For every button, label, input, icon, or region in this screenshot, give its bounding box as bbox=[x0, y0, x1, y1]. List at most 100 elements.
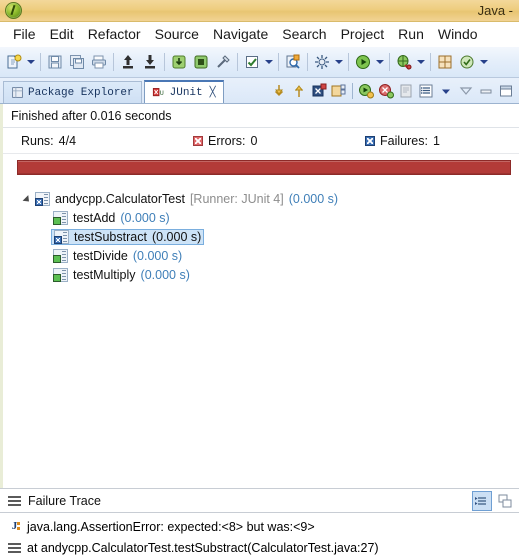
maximize-trace-icon bbox=[498, 494, 512, 507]
tab-package-explorer-label: Package Explorer bbox=[28, 86, 134, 99]
new-java-class-button[interactable] bbox=[456, 50, 478, 74]
failure-trace-toolbar bbox=[472, 490, 519, 511]
stack-frame-icon bbox=[8, 542, 21, 553]
tab-junit[interactable]: U JUnit ╳ bbox=[143, 80, 224, 103]
failure-trace-row-frame[interactable]: at andycpp.CalculatorTest.testSubstract(… bbox=[0, 537, 519, 558]
run-button[interactable] bbox=[352, 50, 374, 74]
save-icon bbox=[48, 55, 62, 69]
stack-frame-icon bbox=[8, 495, 21, 506]
import-button[interactable] bbox=[139, 50, 161, 74]
show-failures-only-icon bbox=[312, 83, 327, 97]
export-button[interactable] bbox=[117, 50, 139, 74]
filter-stack-trace-button[interactable] bbox=[472, 490, 492, 511]
menu-project[interactable]: Project bbox=[334, 25, 392, 43]
test-passed-icon bbox=[53, 248, 68, 263]
tab-package-explorer[interactable]: Package Explorer bbox=[3, 81, 142, 103]
previous-failure-icon bbox=[294, 85, 304, 97]
debug-dropdown[interactable] bbox=[415, 50, 427, 74]
rerun-test-button[interactable] bbox=[356, 81, 376, 101]
export-icon bbox=[123, 55, 133, 69]
failure-trace-header: Failure Trace bbox=[0, 488, 519, 512]
test-name: testMultiply bbox=[73, 267, 136, 282]
menu-refactor[interactable]: Refactor bbox=[81, 25, 148, 43]
minimize-icon bbox=[480, 89, 492, 94]
new-wizard-dropdown[interactable] bbox=[25, 50, 37, 74]
main-toolbar bbox=[0, 46, 519, 78]
rerun-test-failures-icon bbox=[379, 84, 394, 99]
tree-row-test-divide[interactable]: testDivide (0.000 s) bbox=[3, 246, 519, 265]
print-button[interactable] bbox=[88, 50, 110, 74]
tab-junit-label: JUnit bbox=[169, 86, 203, 99]
history-button[interactable] bbox=[396, 81, 416, 101]
menu-edit[interactable]: Edit bbox=[43, 25, 81, 43]
view-menu-list-button[interactable] bbox=[416, 81, 436, 101]
save-button[interactable] bbox=[44, 50, 66, 74]
expand-collapse-icon[interactable] bbox=[21, 193, 33, 205]
pin-button[interactable] bbox=[456, 81, 476, 101]
run-dropdown[interactable] bbox=[374, 50, 386, 74]
external-tools-icon bbox=[315, 55, 329, 69]
menu-search[interactable]: Search bbox=[275, 25, 333, 43]
new-java-package-button[interactable] bbox=[434, 50, 456, 74]
menu-source[interactable]: Source bbox=[148, 25, 206, 43]
tree-row-root[interactable]: andycpp.CalculatorTest [Runner: JUnit 4]… bbox=[3, 189, 519, 208]
tree-row-test-multiply[interactable]: testMultiply (0.000 s) bbox=[3, 265, 519, 284]
next-failure-button[interactable] bbox=[269, 81, 289, 101]
check-task-dropdown[interactable] bbox=[263, 50, 275, 74]
test-failed-icon bbox=[54, 229, 69, 244]
failure-trace-row-exception[interactable]: java.lang.AssertionError: expected:<8> b… bbox=[0, 516, 519, 537]
build-all-button[interactable] bbox=[168, 50, 190, 74]
menu-navigate[interactable]: Navigate bbox=[206, 25, 275, 43]
external-tools-dropdown[interactable] bbox=[333, 50, 345, 74]
test-passed-icon bbox=[53, 210, 68, 225]
root-test-class-name: andycpp.CalculatorTest bbox=[55, 191, 185, 206]
menu-window[interactable]: Windo bbox=[431, 25, 485, 43]
failure-trace-text: at andycpp.CalculatorTest.testSubstract(… bbox=[27, 540, 379, 555]
maximize-trace-button[interactable] bbox=[495, 491, 515, 511]
new-wizard-button[interactable] bbox=[3, 50, 25, 74]
errors-counter: Errors: 0 bbox=[193, 134, 365, 148]
print-icon bbox=[92, 55, 106, 69]
run-icon bbox=[356, 55, 370, 69]
show-failures-only-button[interactable] bbox=[309, 81, 329, 101]
progress-bar-container bbox=[3, 154, 519, 181]
package-explorer-icon bbox=[12, 87, 23, 98]
failure-trace-text: java.lang.AssertionError: expected:<8> b… bbox=[27, 519, 315, 534]
maximize-icon bbox=[500, 85, 512, 97]
menu-bar: File Edit Refactor Source Navigate Searc… bbox=[0, 22, 519, 46]
test-time: (0.000 s) bbox=[151, 229, 202, 244]
toolbar-separator bbox=[307, 53, 308, 71]
save-all-icon bbox=[70, 55, 84, 69]
debug-button[interactable] bbox=[393, 50, 415, 74]
view-menu-dropdown-button[interactable] bbox=[436, 81, 456, 101]
rerun-test-icon bbox=[359, 84, 374, 99]
link-break-button[interactable] bbox=[212, 50, 234, 74]
link-break-icon bbox=[217, 55, 230, 68]
check-task-icon bbox=[246, 56, 258, 68]
new-java-package-icon bbox=[438, 55, 452, 69]
external-tools-button[interactable] bbox=[311, 50, 333, 74]
rerun-test-failures-button[interactable] bbox=[376, 81, 396, 101]
failure-trace-title: Failure Trace bbox=[28, 493, 101, 508]
new-java-class-dropdown[interactable] bbox=[478, 50, 490, 74]
menu-file[interactable]: File bbox=[6, 25, 43, 43]
tree-row-test-add[interactable]: testAdd (0.000 s) bbox=[3, 208, 519, 227]
test-time: (0.000 s) bbox=[140, 267, 190, 282]
tab-junit-close-icon[interactable]: ╳ bbox=[210, 87, 216, 98]
check-task-button[interactable] bbox=[241, 50, 263, 74]
new-wizard-icon bbox=[7, 54, 22, 69]
runs-value: 4/4 bbox=[58, 133, 77, 148]
junit-icon: U bbox=[152, 88, 163, 97]
show-tests-in-hierarchy-button[interactable] bbox=[329, 81, 349, 101]
junit-status-line: Finished after 0.016 seconds bbox=[3, 104, 519, 128]
tree-row-test-substract[interactable]: testSubstract (0.000 s) bbox=[3, 227, 519, 246]
previous-failure-button[interactable] bbox=[289, 81, 309, 101]
menu-run[interactable]: Run bbox=[391, 25, 431, 43]
search-button[interactable] bbox=[282, 50, 304, 74]
minimize-button[interactable] bbox=[476, 81, 496, 101]
svg-text:U: U bbox=[159, 90, 163, 97]
terminate-button[interactable] bbox=[190, 50, 212, 74]
maximize-button[interactable] bbox=[496, 81, 516, 101]
save-all-button[interactable] bbox=[66, 50, 88, 74]
window-title: Java - bbox=[477, 3, 513, 18]
